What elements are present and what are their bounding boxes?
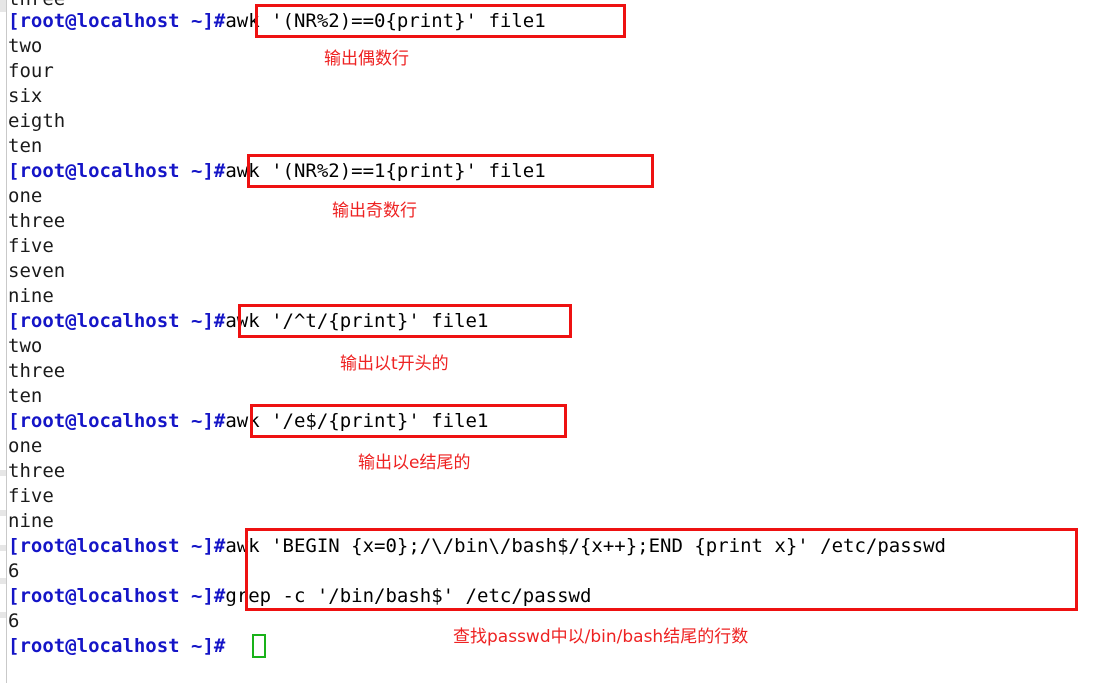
shell-prompt: [root@localhost ~]# [8, 10, 226, 32]
terminal-line: five [8, 484, 54, 509]
terminal-line: [root@localhost ~]#awk '(NR%2)==1{print}… [8, 159, 546, 184]
command-text[interactable]: awk '/^t/{print}' file1 [225, 310, 488, 332]
command-text[interactable]: awk '/e$/{print}' file1 [225, 410, 488, 432]
terminal-line: ten [8, 384, 42, 409]
output-text: ten [8, 135, 43, 157]
output-text: five [8, 485, 54, 507]
output-text: 6 [8, 560, 20, 582]
command-text[interactable]: awk '(NR%2)==0{print}' file1 [225, 10, 545, 32]
output-text: 6 [8, 610, 20, 632]
output-text: six [8, 85, 43, 107]
shell-prompt: [root@localhost ~]# [8, 635, 226, 657]
terminal-line: one [8, 434, 42, 459]
shell-prompt: [root@localhost ~]# [8, 410, 226, 432]
command-text[interactable]: awk 'BEGIN {x=0};/\/bin\/bash$/{x++};END… [225, 535, 946, 557]
terminal-line: seven [8, 259, 65, 284]
scroll-gutter[interactable] [0, 0, 7, 683]
terminal-line: 6 [8, 559, 19, 584]
terminal-line: two [8, 34, 42, 59]
shell-prompt: [root@localhost ~]# [8, 535, 226, 557]
command-text[interactable]: grep -c '/bin/bash$' /etc/passwd [225, 585, 591, 607]
output-text: eigth [8, 110, 66, 132]
terminal-line: nine [8, 284, 54, 309]
terminal-screenshot: three [root@localhost ~]#awk '(NR%2)==0{… [0, 0, 1103, 683]
terminal-line: [root@localhost ~]#awk 'BEGIN {x=0};/\/b… [8, 534, 946, 559]
annotation-ends-with-e: 输出以e结尾的 [358, 453, 471, 473]
annotation-even-lines: 输出偶数行 [324, 49, 409, 69]
output-text: nine [8, 510, 54, 532]
terminal-line: 6 [8, 609, 19, 634]
text-cursor [252, 634, 266, 658]
terminal-line: four [8, 59, 54, 84]
terminal-line: eigth [8, 109, 65, 134]
shell-prompt: [root@localhost ~]# [8, 585, 226, 607]
annotation-starts-with-t: 输出以t开头的 [340, 354, 449, 374]
output-text: three [8, 210, 66, 232]
output-text: three [8, 460, 66, 482]
output-text: ten [8, 385, 43, 407]
output-text: five [8, 235, 54, 257]
terminal-line: three [8, 209, 65, 234]
terminal-line: [root@localhost ~]#awk '/e$/{print}' fil… [8, 409, 488, 434]
shell-prompt: [root@localhost ~]# [8, 160, 226, 182]
terminal-line: ten [8, 134, 42, 159]
output-text: nine [8, 285, 54, 307]
output-text: two [8, 335, 43, 357]
terminal-output-area[interactable]: three [root@localhost ~]#awk '(NR%2)==0{… [8, 0, 1103, 683]
terminal-line: six [8, 84, 42, 109]
output-text: two [8, 35, 43, 57]
shell-prompt: [root@localhost ~]# [8, 310, 226, 332]
terminal-line: five [8, 234, 54, 259]
terminal-line: three [8, 359, 65, 384]
output-text: seven [8, 260, 66, 282]
annotation-bash-count: 查找passwd中以/bin/bash结尾的行数 [453, 627, 749, 647]
terminal-line: [root@localhost ~]#awk '(NR%2)==0{print}… [8, 9, 546, 34]
terminal-line: [root@localhost ~]#grep -c '/bin/bash$' … [8, 584, 591, 609]
output-text: one [8, 185, 43, 207]
terminal-line: one [8, 184, 42, 209]
terminal-line: [root@localhost ~]#awk '/^t/{print}' fil… [8, 309, 488, 334]
terminal-line: [root@localhost ~]# [8, 634, 225, 659]
terminal-line: two [8, 334, 42, 359]
terminal-line: nine [8, 509, 54, 534]
output-text: three [8, 360, 66, 382]
terminal-line: three [8, 459, 65, 484]
output-text: one [8, 435, 43, 457]
output-text: four [8, 60, 54, 82]
command-text[interactable]: awk '(NR%2)==1{print}' file1 [225, 160, 545, 182]
annotation-odd-lines: 输出奇数行 [332, 201, 417, 221]
